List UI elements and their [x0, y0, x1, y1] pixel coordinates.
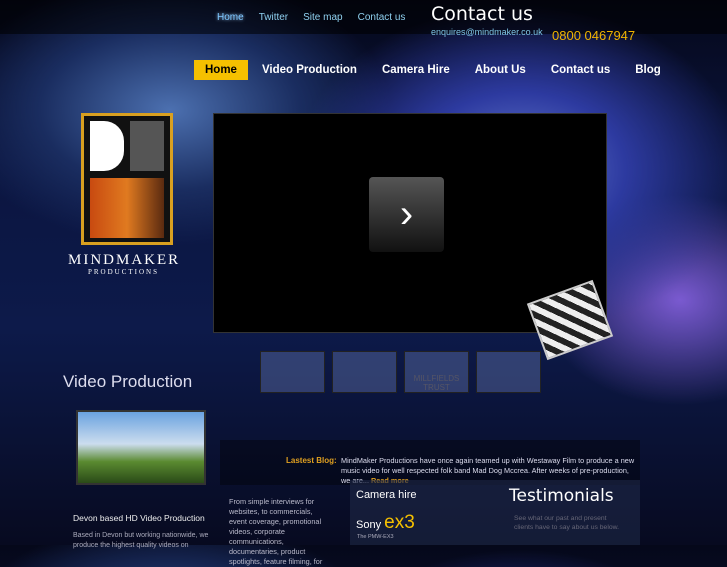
camera-hire-heading: Camera hire: [356, 489, 417, 501]
nav-about-us[interactable]: About Us: [475, 60, 526, 80]
blog-label: Lastest Blog:: [286, 456, 337, 465]
chevron-right-icon: ›: [399, 192, 414, 236]
thumbnail[interactable]: [332, 351, 397, 393]
main-nav: Home Video Production Camera Hire About …: [194, 60, 686, 80]
video-production-image[interactable]: [76, 410, 206, 485]
top-link-home[interactable]: Home: [217, 12, 244, 23]
thumbnail[interactable]: MILLFIELDS TRUST: [404, 351, 469, 393]
nav-blog[interactable]: Blog: [635, 60, 661, 80]
camera-desc: The PMW-EX3: [357, 534, 394, 540]
logo-sub: PRODUCTIONS: [88, 268, 160, 276]
top-link-sitemap[interactable]: Site map: [303, 12, 342, 23]
video-production-text: Based in Devon but working nationwide, w…: [73, 532, 209, 549]
top-links: Home Twitter Site map Contact us: [217, 12, 405, 23]
services-text: From simple interviews for websites, to …: [229, 497, 323, 566]
nav-camera-hire[interactable]: Camera Hire: [382, 60, 450, 80]
top-link-contact[interactable]: Contact us: [358, 12, 406, 23]
testimonials-heading: Testimonials: [509, 486, 614, 506]
contact-title: Contact us: [431, 3, 533, 25]
top-link-twitter[interactable]: Twitter: [259, 12, 288, 23]
logo-image[interactable]: [81, 113, 173, 245]
play-button[interactable]: ›: [369, 177, 444, 252]
thumbnail-strip: MILLFIELDS TRUST: [260, 351, 541, 393]
video-production-subheading: Devon based HD Video Production: [73, 513, 205, 523]
logo-name: MINDMAKER: [68, 252, 181, 268]
nav-home[interactable]: Home: [194, 60, 248, 80]
nav-contact-us[interactable]: Contact us: [551, 60, 610, 80]
contact-email[interactable]: enquires@mindmaker.co.uk: [431, 27, 543, 37]
contact-phone: 0800 0467947: [552, 28, 636, 43]
video-production-heading: Video Production: [63, 372, 193, 391]
testimonials-text: See what our past and present clients ha…: [514, 515, 620, 531]
thumbnail[interactable]: [476, 351, 541, 393]
camera-brand: Sony: [356, 519, 382, 531]
thumbnail[interactable]: [260, 351, 325, 393]
nav-video-production[interactable]: Video Production: [262, 60, 357, 80]
camera-model-name: ex3: [384, 512, 415, 533]
camera-model[interactable]: Sony ex3: [356, 512, 415, 534]
